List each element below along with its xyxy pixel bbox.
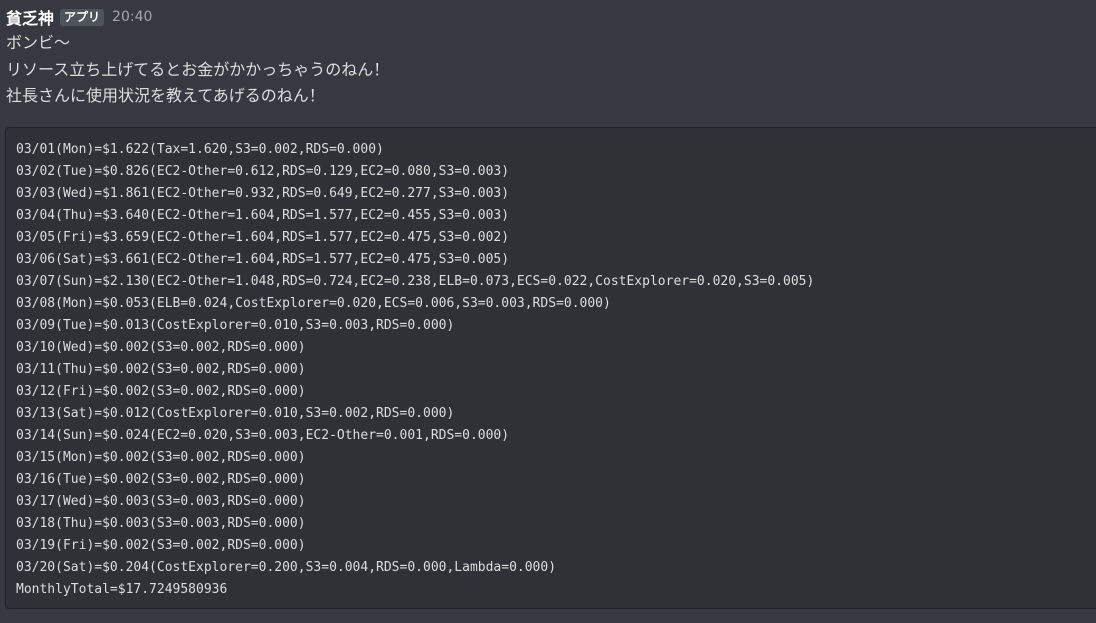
code-line: 03/09(Tue)=$0.013(CostExplorer=0.010,S3=… [16,318,455,333]
message-line: ボンビ〜 [6,33,71,52]
code-line: 03/13(Sat)=$0.012(CostExplorer=0.010,S3=… [16,406,455,421]
message-line: リソース立ち上げてるとお金がかかっちゃうのねん！ [6,59,390,79]
code-line: 03/03(Wed)=$1.861(EC2-Other=0.932,RDS=0.… [16,186,510,201]
code-line: 03/05(Fri)=$3.659(EC2-Other=1.604,RDS=1.… [16,230,510,245]
code-block: 03/01(Mon)=$1.622(Tax=1.620,S3=0.002,RDS… [5,127,1096,609]
code-line: 03/01(Mon)=$1.622(Tax=1.620,S3=0.002,RDS… [16,142,384,157]
message-line: 社長さんに使用状況を教えてあげるのねん！ [6,86,325,105]
chat-message: 貧乏神 アプリ 20:40 ボンビ〜 リソース立ち上げてるとお金がかかっちゃうの… [0,0,1096,623]
code-line: 03/12(Fri)=$0.002(S3=0.002,RDS=0.000) [16,384,306,399]
code-line: 03/06(Sat)=$3.661(EC2-Other=1.604,RDS=1.… [16,252,510,267]
code-line: 03/07(Sun)=$2.130(EC2-Other=1.048,RDS=0.… [16,274,815,289]
app-badge: アプリ [60,8,105,26]
code-line: 03/08(Mon)=$0.053(ELB=0.024,CostExplorer… [16,296,611,311]
code-line: 03/10(Wed)=$0.002(S3=0.002,RDS=0.000) [16,340,306,355]
code-line: 03/15(Mon)=$0.002(S3=0.002,RDS=0.000) [16,450,306,465]
author-name[interactable]: 貧乏神 [6,5,54,29]
message-timestamp[interactable]: 20:40 [112,9,152,25]
code-line: 03/20(Sat)=$0.204(CostExplorer=0.200,S3=… [16,560,557,575]
message-header: 貧乏神 アプリ 20:40 [6,6,1096,28]
code-line: 03/19(Fri)=$0.002(S3=0.002,RDS=0.000) [16,538,306,553]
code-line: 03/17(Wed)=$0.003(S3=0.003,RDS=0.000) [16,494,306,509]
code-line: 03/02(Tue)=$0.826(EC2-Other=0.612,RDS=0.… [16,164,510,179]
message-body: ボンビ〜 リソース立ち上げてるとお金がかかっちゃうのねん！ 社長さんに使用状況を… [6,30,1096,110]
code-line: 03/16(Tue)=$0.002(S3=0.002,RDS=0.000) [16,472,306,487]
code-line: 03/04(Thu)=$3.640(EC2-Other=1.604,RDS=1.… [16,208,510,223]
code-line: 03/18(Thu)=$0.003(S3=0.003,RDS=0.000) [16,516,306,531]
code-line-total: MonthlyTotal=$17.7249580936 [16,582,228,597]
code-line: 03/14(Sun)=$0.024(EC2=0.020,S3=0.003,EC2… [16,428,510,443]
code-line: 03/11(Thu)=$0.002(S3=0.002,RDS=0.000) [16,362,306,377]
